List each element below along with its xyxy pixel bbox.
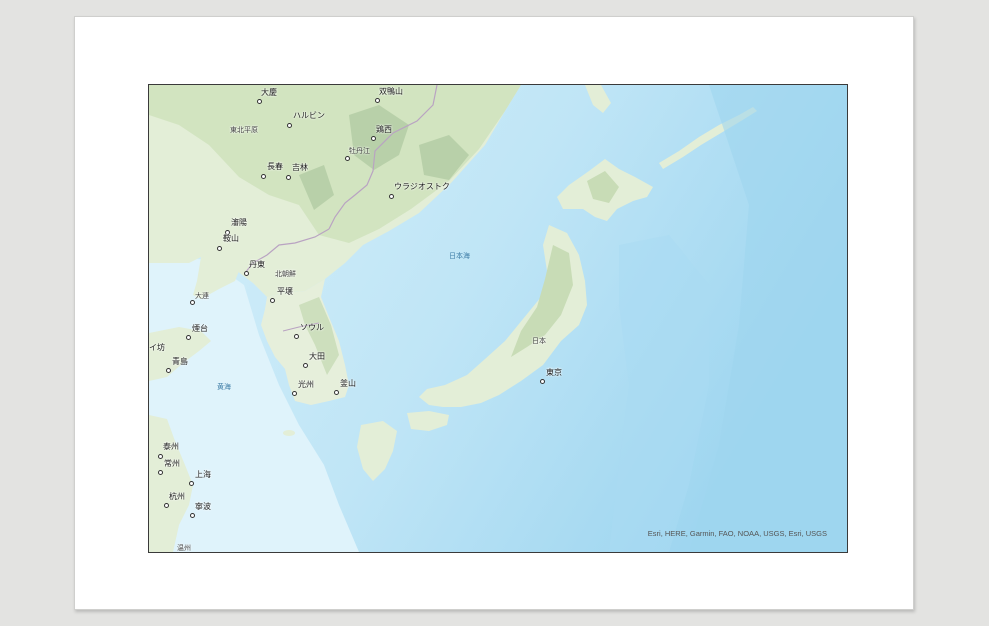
label-wenzhou: 温州	[177, 544, 191, 552]
label-hangzhou: 杭州	[169, 492, 185, 501]
label-jixi: 鶏西	[376, 125, 392, 134]
label-ningbo: 寧波	[195, 502, 211, 511]
city-dot-seoul	[294, 334, 299, 339]
city-dot-harbin	[287, 123, 292, 128]
city-dot-changchun	[261, 174, 266, 179]
city-dot-daejeon	[303, 363, 308, 368]
basemap	[149, 85, 847, 552]
label-north-korea: 北朝鮮	[275, 270, 296, 278]
label-tokyo: 東京	[546, 368, 562, 377]
city-dot-shanghai	[189, 481, 194, 486]
city-dot-dandong	[244, 271, 249, 276]
city-dot-shuangyashan	[375, 98, 380, 103]
label-weifang: イ坊	[149, 343, 165, 352]
label-anshan: 鞍山	[223, 234, 239, 243]
label-busan: 釜山	[340, 379, 356, 388]
map-attribution: Esri, HERE, Garmin, FAO, NOAA, USGS, Esr…	[647, 529, 827, 538]
label-jilin: 吉林	[292, 163, 308, 172]
city-dot-anshan	[217, 246, 222, 251]
label-sea-of-japan: 日本海	[449, 252, 470, 260]
city-dot-taizhou	[158, 454, 163, 459]
city-dot-gwangju	[292, 391, 297, 396]
label-dalian: 大連	[195, 292, 209, 300]
label-shenyang: 瀋陽	[231, 218, 247, 227]
city-dot-qingdao	[166, 368, 171, 373]
label-dongbei-plain: 東北平原	[230, 126, 258, 134]
label-mudanjiang: 牡丹江	[349, 147, 370, 155]
label-yantai: 煙台	[192, 324, 208, 333]
label-vladivostok: ウラジオストク	[394, 182, 450, 191]
jeju	[283, 430, 295, 436]
label-seoul: ソウル	[300, 323, 324, 332]
label-pyongyang: 平壌	[277, 287, 293, 296]
label-japan: 日本	[532, 337, 546, 345]
label-shanghai: 上海	[195, 470, 211, 479]
map-frame[interactable]: 大慶 双鴨山 ハルビン 東北平原 鶏西 牡丹江 長春 吉林 ウラジオストク 瀋陽…	[148, 84, 848, 553]
label-yellow-sea: 黄海	[217, 383, 231, 391]
city-dot-changzhou	[158, 470, 163, 475]
label-harbin: ハルビン	[293, 111, 325, 120]
city-dot-jilin	[286, 175, 291, 180]
label-dandong: 丹東	[249, 260, 265, 269]
label-daqing: 大慶	[261, 88, 277, 97]
label-daejeon: 大田	[309, 352, 325, 361]
label-shuangyashan: 双鴨山	[379, 87, 403, 96]
label-taizhou: 泰州	[163, 442, 179, 451]
city-dot-tokyo	[540, 379, 545, 384]
city-dot-busan	[334, 390, 339, 395]
label-qingdao: 青島	[172, 357, 188, 366]
label-changzhou: 常州	[164, 459, 180, 468]
city-dot-mudanjiang	[345, 156, 350, 161]
city-dot-ningbo	[190, 513, 195, 518]
label-changchun: 長春	[267, 162, 283, 171]
city-dot-jixi	[371, 136, 376, 141]
city-dot-pyongyang	[270, 298, 275, 303]
city-dot-yantai	[186, 335, 191, 340]
city-dot-daqing	[257, 99, 262, 104]
city-dot-vladivostok	[389, 194, 394, 199]
city-dot-hangzhou	[164, 503, 169, 508]
label-gwangju: 光州	[298, 380, 314, 389]
